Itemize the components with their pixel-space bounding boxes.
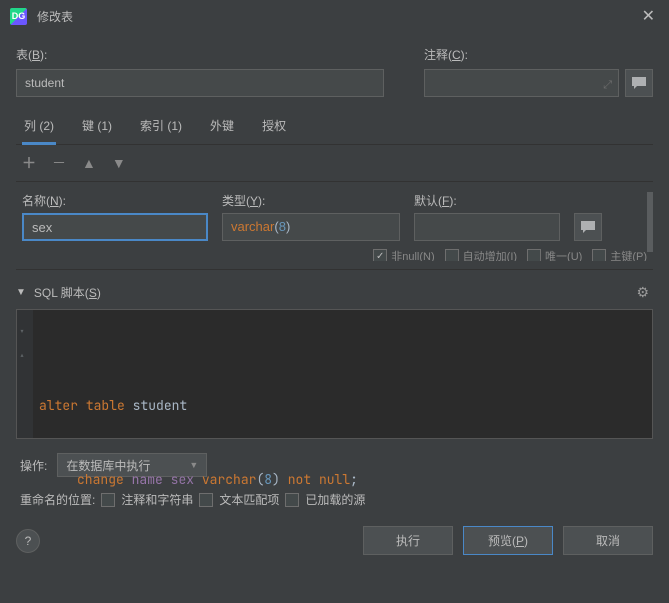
comment-input[interactable]: ⤢ (424, 69, 619, 97)
column-type-input[interactable]: varchar(8) (222, 213, 400, 241)
tab-columns[interactable]: 列 (2) (22, 117, 56, 145)
remove-icon[interactable]: － (52, 153, 66, 173)
collapse-icon[interactable]: ▼ (16, 287, 26, 298)
expand-icon[interactable]: ⤢ (603, 79, 612, 92)
name-label: 名称(N): (22, 192, 208, 209)
notnull-checkbox[interactable] (373, 249, 387, 261)
column-flags: 非null(N) 自动增加(I) 唯一(U) 主键(P) (22, 241, 647, 261)
column-toolbar: ＋ － ▲ ▼ (16, 145, 653, 182)
default-label: 默认(F): (414, 192, 560, 209)
close-icon[interactable]: ✕ (638, 6, 659, 26)
column-editor: 名称(N): 类型(Y): varchar(8) 默认(F): 非null(N)… (16, 182, 653, 270)
gear-icon[interactable]: ⚙ (636, 284, 649, 301)
move-down-icon[interactable]: ▼ (112, 155, 126, 171)
gutter: ▾ ▴ (17, 310, 33, 438)
tabs: 列 (2) 键 (1) 索引 (1) 外键 授权 (16, 103, 653, 145)
comment-button[interactable] (625, 69, 653, 97)
add-icon[interactable]: ＋ (22, 153, 36, 173)
app-icon: DG (10, 8, 27, 25)
tab-grants[interactable]: 授权 (260, 117, 288, 144)
sql-section-title: SQL 脚本(S) (34, 284, 101, 301)
tab-keys[interactable]: 键 (1) (80, 117, 114, 144)
column-name-input[interactable] (22, 213, 208, 241)
type-label: 类型(Y): (222, 192, 400, 209)
table-label: 表(B): (16, 46, 384, 63)
titlebar: DG 修改表 ✕ (0, 0, 669, 32)
default-comment-button[interactable] (574, 213, 602, 241)
sql-editor[interactable]: ▾ ▴ alter table student change name sex … (16, 309, 653, 439)
tab-foreign-keys[interactable]: 外键 (208, 117, 236, 144)
tab-indexes[interactable]: 索引 (1) (138, 117, 184, 144)
column-default-input[interactable] (414, 213, 560, 241)
scrollbar[interactable] (647, 192, 653, 252)
table-name-input[interactable] (16, 69, 384, 97)
unique-checkbox[interactable] (527, 249, 541, 261)
window-title: 修改表 (37, 8, 638, 25)
primary-checkbox[interactable] (592, 249, 606, 261)
autoinc-checkbox[interactable] (445, 249, 459, 261)
move-up-icon[interactable]: ▲ (82, 155, 96, 171)
comment-label: 注释(C): (424, 46, 653, 63)
sql-section-header[interactable]: ▼ SQL 脚本(S) ⚙ (16, 270, 653, 309)
